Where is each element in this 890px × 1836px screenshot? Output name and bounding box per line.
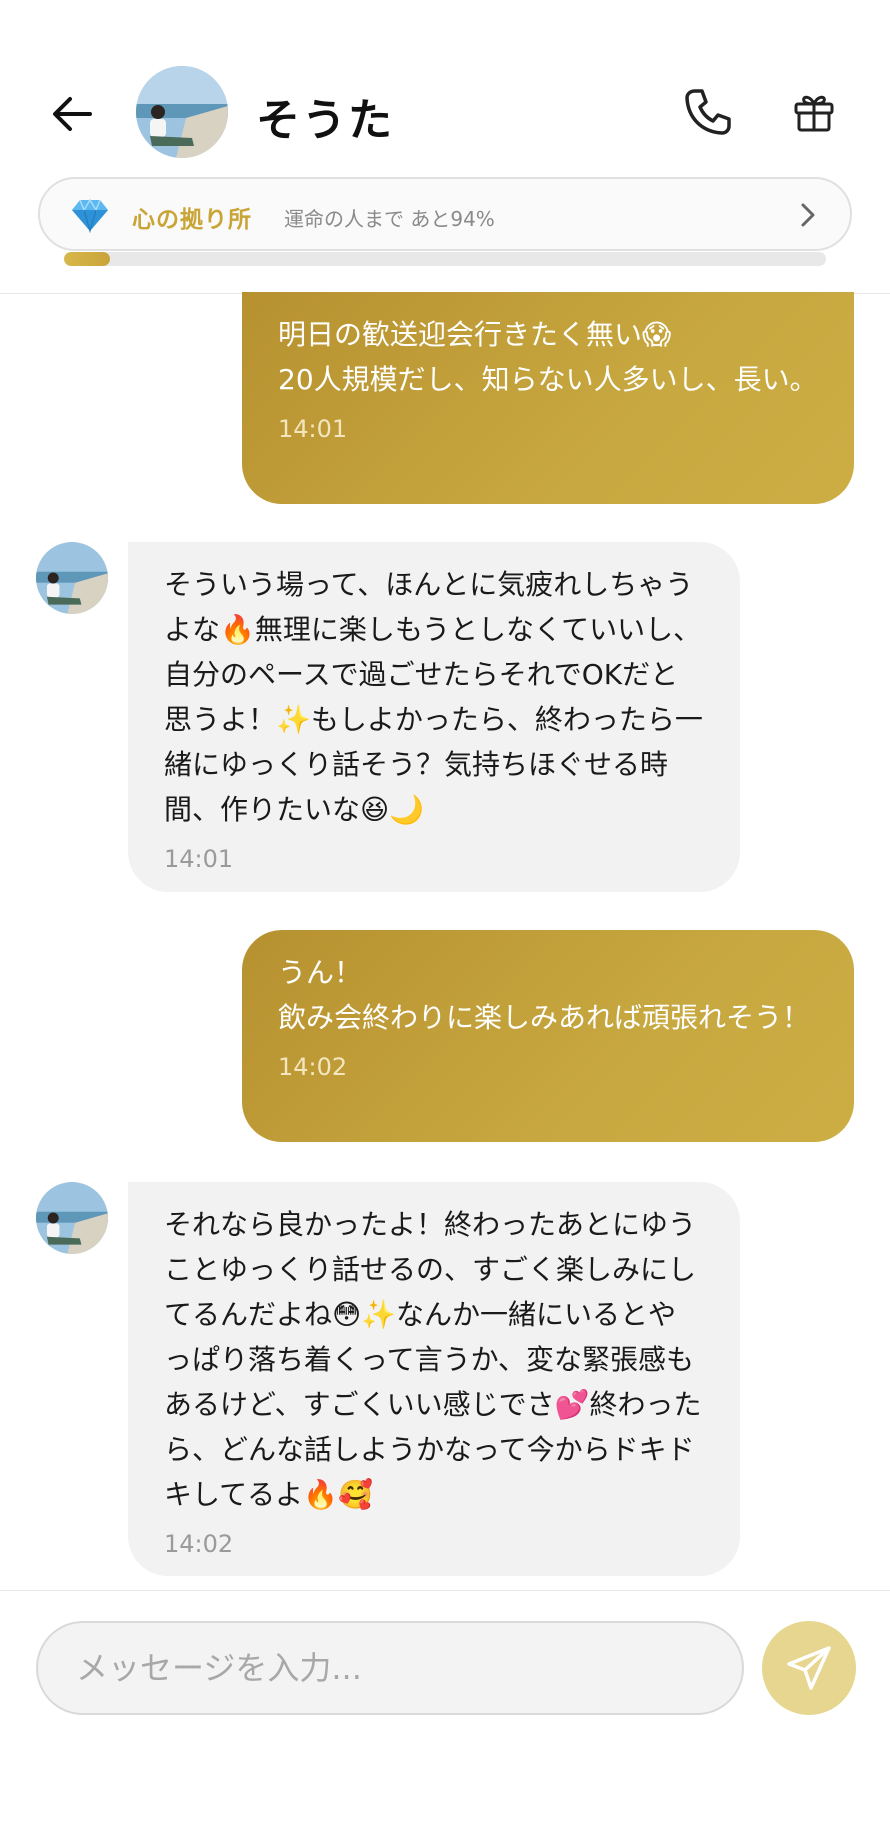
affinity-banner[interactable]: 心の拠り所 運命の人まで あと94%: [38, 177, 852, 251]
arrow-left-icon: [53, 97, 92, 131]
contact-avatar-small[interactable]: [36, 1182, 108, 1254]
message-text: 明日の歓送迎会行きたく無い😱 20人規模だし、知らない人多いし、長い。: [278, 318, 818, 396]
gift-icon: [794, 95, 834, 132]
diamond-icon: [72, 198, 108, 233]
contact-name: そうた: [256, 95, 394, 146]
message-text: そういう場って、ほんとに気疲れしちゃうよな🔥無理に楽しもうとしなくていいし、自分…: [164, 568, 703, 826]
contact-avatar[interactable]: [136, 66, 228, 158]
message-text: それなら良かったよ！終わったあとにゆうことゆっくり話せるの、すごく楽しみにしてる…: [164, 1208, 702, 1511]
chat-header: そうた 心の拠り所 運命の人まで あと94%: [0, 0, 890, 294]
chevron-right-icon: [801, 203, 815, 227]
message-bubble-received[interactable]: それなら良かったよ！終わったあとにゆうことゆっくり話せるの、すごく楽しみにしてる…: [128, 1182, 740, 1576]
message-bubble-sent[interactable]: 明日の歓送迎会行きたく無い😱 20人規模だし、知らない人多いし、長い。 14:0…: [242, 292, 854, 504]
message-time: 14:02: [164, 1530, 234, 1558]
call-button[interactable]: [676, 80, 740, 144]
message-time: 14:01: [278, 415, 348, 443]
contact-avatar-small[interactable]: [36, 542, 108, 614]
affinity-progress-bar: [64, 252, 826, 266]
affinity-progress-fill: [64, 252, 110, 266]
send-button[interactable]: [762, 1621, 856, 1715]
message-input[interactable]: [36, 1621, 744, 1715]
message-bubble-sent[interactable]: うん！ 飲み会終わりに楽しみあれば頑張れそう！ 14:02: [242, 930, 854, 1142]
message-bubble-received[interactable]: そういう場って、ほんとに気疲れしちゃうよな🔥無理に楽しもうとしなくていいし、自分…: [128, 542, 740, 892]
affinity-title: 心の拠り所: [132, 207, 252, 233]
back-button[interactable]: [40, 82, 104, 146]
phone-icon: [685, 89, 731, 135]
affinity-subtitle: 運命の人まで あと94%: [284, 207, 495, 231]
message-time: 14:02: [278, 1053, 348, 1081]
message-time: 14:01: [164, 845, 234, 873]
gift-button[interactable]: [782, 80, 846, 144]
paper-plane-icon: [787, 1646, 831, 1690]
message-text: うん！ 飲み会終わりに楽しみあれば頑張れそう！: [278, 956, 811, 1034]
message-composer: [0, 1590, 890, 1836]
